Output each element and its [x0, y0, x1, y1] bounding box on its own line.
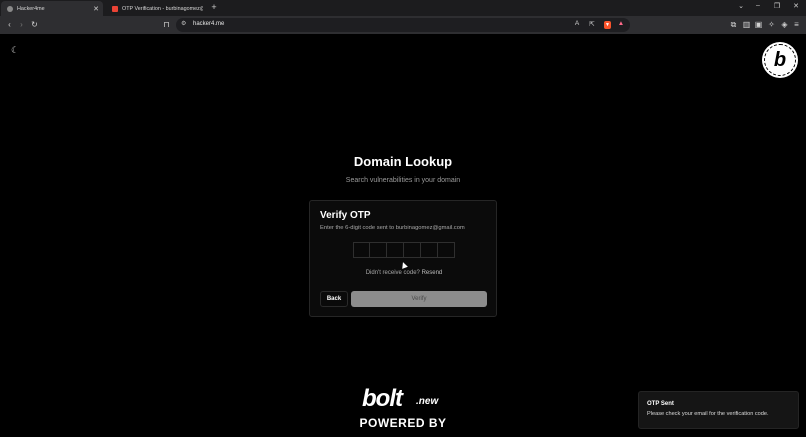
new-tab-button[interactable]: +	[209, 2, 219, 12]
otp-input-group	[353, 242, 455, 258]
resend-prompt: Didn't receive code?	[365, 270, 420, 276]
bolt-new-logo[interactable]: bolt .new	[362, 386, 446, 412]
extensions-icon[interactable]: ⧉	[728, 19, 739, 30]
tab-label: OTP Verification - burbinagomez@g...	[122, 5, 203, 12]
browser-tab-bar: Hacker4me ✕ OTP Verification - burbinago…	[0, 0, 806, 16]
rewards-icon[interactable]: ▲	[616, 20, 626, 27]
page-content: ☾ b Domain Lookup Search vulnerabilities…	[0, 34, 806, 437]
toast-notification: OTP Sent Please check your email for the…	[638, 391, 799, 429]
site-settings-icon[interactable]: ⚙	[181, 20, 186, 27]
bolt-logo-word: bolt	[362, 385, 403, 412]
address-bar[interactable]: ⚙ hacker4.me A ⇱ ▼ ▲	[176, 18, 630, 32]
otp-digit-input[interactable]	[404, 242, 421, 258]
gmail-icon	[112, 5, 118, 12]
otp-digit-input[interactable]	[438, 242, 455, 258]
menu-icon[interactable]: ≡	[791, 19, 802, 30]
bolt-badge-letter: b	[773, 49, 787, 71]
tab-list-icon[interactable]: ⌄	[736, 2, 746, 10]
otp-digit-input[interactable]	[421, 242, 438, 258]
globe-icon	[7, 5, 13, 12]
browser-toolbar: ‹ › ↻ ⊓ ⚙ hacker4.me A ⇱ ▼ ▲ ⧉ ▥ ▣ ✧ ◈ ≡	[0, 16, 806, 34]
resend-link[interactable]: Resend	[422, 270, 443, 276]
otp-card-description: Enter the 6-digit code sent to burbinago…	[320, 225, 465, 231]
wallet-icon[interactable]: ▣	[753, 19, 764, 30]
moon-icon[interactable]: ☾	[11, 45, 21, 55]
toast-message: Please check your email for the verifica…	[647, 411, 769, 417]
maximize-icon[interactable]: ❐	[772, 2, 782, 10]
close-icon[interactable]: ✕	[92, 5, 100, 13]
leo-icon[interactable]: ✧	[766, 19, 777, 30]
bookmark-icon[interactable]: ⊓	[161, 19, 172, 30]
reload-icon[interactable]: ↻	[29, 19, 40, 30]
translate-icon[interactable]: A	[572, 20, 582, 27]
sidebar-icon[interactable]: ▥	[741, 19, 752, 30]
brave-shields-icon[interactable]: ▼	[604, 21, 611, 29]
otp-card-title: Verify OTP	[320, 210, 371, 221]
otp-digit-input[interactable]	[387, 242, 404, 258]
bolt-logo-tld: .new	[416, 396, 439, 407]
tab-label: Hacker4me	[17, 5, 45, 12]
verify-button[interactable]: Verify	[351, 291, 487, 307]
back-icon[interactable]: ‹	[4, 19, 15, 30]
otp-card: Verify OTP Enter the 6-digit code sent t…	[309, 200, 497, 317]
url-text[interactable]: hacker4.me	[193, 21, 224, 27]
minimize-icon[interactable]: –	[753, 2, 763, 9]
toast-title: OTP Sent	[647, 401, 674, 407]
otp-digit-input[interactable]	[353, 242, 370, 258]
vpn-icon[interactable]: ◈	[779, 19, 790, 30]
page-subtitle: Search vulnerabilities in your domain	[345, 177, 461, 184]
forward-icon[interactable]: ›	[16, 19, 27, 30]
window-close-icon[interactable]: ✕	[791, 2, 801, 10]
otp-digit-input[interactable]	[370, 242, 387, 258]
back-button[interactable]: Back	[320, 291, 348, 307]
resend-row: Didn't receive code? Resend	[310, 270, 498, 276]
share-icon[interactable]: ⇱	[587, 20, 597, 28]
bolt-badge[interactable]: b	[762, 42, 798, 78]
tab-hacker4me[interactable]: Hacker4me ✕	[1, 1, 103, 16]
page-title: Domain Lookup	[353, 154, 453, 169]
tab-otp-verification[interactable]: OTP Verification - burbinagomez@g...	[106, 1, 203, 16]
